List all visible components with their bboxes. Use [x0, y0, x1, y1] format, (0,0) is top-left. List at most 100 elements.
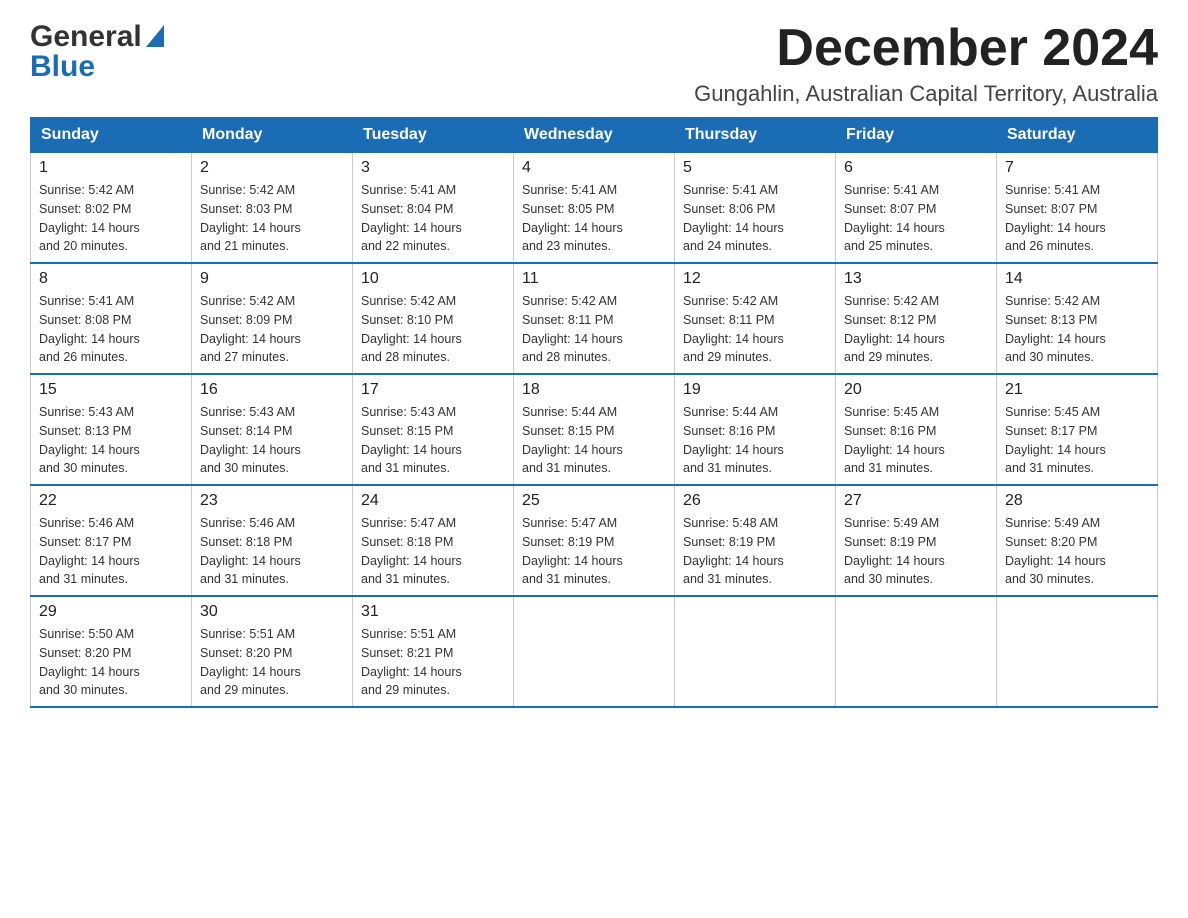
- header-tuesday: Tuesday: [353, 118, 514, 153]
- day-info: Sunrise: 5:42 AM Sunset: 8:13 PM Dayligh…: [1005, 292, 1149, 367]
- calendar-header-row: SundayMondayTuesdayWednesdayThursdayFrid…: [31, 118, 1158, 153]
- calendar-week-row: 22 Sunrise: 5:46 AM Sunset: 8:17 PM Dayl…: [31, 485, 1158, 596]
- day-number: 29: [39, 603, 183, 621]
- calendar-cell: 27 Sunrise: 5:49 AM Sunset: 8:19 PM Dayl…: [836, 485, 997, 596]
- day-number: 5: [683, 159, 827, 177]
- day-number: 24: [361, 492, 505, 510]
- day-info: Sunrise: 5:41 AM Sunset: 8:05 PM Dayligh…: [522, 181, 666, 256]
- day-info: Sunrise: 5:47 AM Sunset: 8:18 PM Dayligh…: [361, 514, 505, 589]
- location-title: Gungahlin, Australian Capital Territory,…: [694, 81, 1158, 107]
- day-number: 13: [844, 270, 988, 288]
- title-area: December 2024 Gungahlin, Australian Capi…: [694, 20, 1158, 107]
- calendar-cell: 25 Sunrise: 5:47 AM Sunset: 8:19 PM Dayl…: [514, 485, 675, 596]
- calendar-cell: [514, 596, 675, 707]
- calendar-cell: 14 Sunrise: 5:42 AM Sunset: 8:13 PM Dayl…: [997, 263, 1158, 374]
- day-number: 17: [361, 381, 505, 399]
- day-number: 10: [361, 270, 505, 288]
- day-number: 8: [39, 270, 183, 288]
- calendar-cell: 31 Sunrise: 5:51 AM Sunset: 8:21 PM Dayl…: [353, 596, 514, 707]
- day-number: 7: [1005, 159, 1149, 177]
- day-number: 22: [39, 492, 183, 510]
- day-number: 28: [1005, 492, 1149, 510]
- day-number: 21: [1005, 381, 1149, 399]
- day-info: Sunrise: 5:50 AM Sunset: 8:20 PM Dayligh…: [39, 625, 183, 700]
- day-info: Sunrise: 5:41 AM Sunset: 8:07 PM Dayligh…: [844, 181, 988, 256]
- calendar-week-row: 8 Sunrise: 5:41 AM Sunset: 8:08 PM Dayli…: [31, 263, 1158, 374]
- calendar-week-row: 1 Sunrise: 5:42 AM Sunset: 8:02 PM Dayli…: [31, 153, 1158, 264]
- day-number: 6: [844, 159, 988, 177]
- calendar-cell: [997, 596, 1158, 707]
- day-info: Sunrise: 5:41 AM Sunset: 8:06 PM Dayligh…: [683, 181, 827, 256]
- day-number: 16: [200, 381, 344, 399]
- day-info: Sunrise: 5:43 AM Sunset: 8:15 PM Dayligh…: [361, 403, 505, 478]
- header-friday: Friday: [836, 118, 997, 153]
- header: General Blue December 2024 Gungahlin, Au…: [30, 20, 1158, 107]
- calendar-cell: 2 Sunrise: 5:42 AM Sunset: 8:03 PM Dayli…: [192, 153, 353, 264]
- calendar-cell: 4 Sunrise: 5:41 AM Sunset: 8:05 PM Dayli…: [514, 153, 675, 264]
- day-info: Sunrise: 5:41 AM Sunset: 8:08 PM Dayligh…: [39, 292, 183, 367]
- day-number: 30: [200, 603, 344, 621]
- logo-blue-text: Blue: [30, 50, 95, 84]
- header-monday: Monday: [192, 118, 353, 153]
- header-saturday: Saturday: [997, 118, 1158, 153]
- calendar-cell: 29 Sunrise: 5:50 AM Sunset: 8:20 PM Dayl…: [31, 596, 192, 707]
- day-number: 18: [522, 381, 666, 399]
- day-number: 11: [522, 270, 666, 288]
- day-info: Sunrise: 5:51 AM Sunset: 8:21 PM Dayligh…: [361, 625, 505, 700]
- logo-general-text: General: [30, 20, 142, 54]
- day-number: 3: [361, 159, 505, 177]
- calendar-cell: 7 Sunrise: 5:41 AM Sunset: 8:07 PM Dayli…: [997, 153, 1158, 264]
- day-info: Sunrise: 5:42 AM Sunset: 8:12 PM Dayligh…: [844, 292, 988, 367]
- day-info: Sunrise: 5:48 AM Sunset: 8:19 PM Dayligh…: [683, 514, 827, 589]
- day-number: 26: [683, 492, 827, 510]
- calendar-cell: 12 Sunrise: 5:42 AM Sunset: 8:11 PM Dayl…: [675, 263, 836, 374]
- day-info: Sunrise: 5:41 AM Sunset: 8:07 PM Dayligh…: [1005, 181, 1149, 256]
- day-info: Sunrise: 5:42 AM Sunset: 8:02 PM Dayligh…: [39, 181, 183, 256]
- day-info: Sunrise: 5:43 AM Sunset: 8:13 PM Dayligh…: [39, 403, 183, 478]
- day-info: Sunrise: 5:49 AM Sunset: 8:20 PM Dayligh…: [1005, 514, 1149, 589]
- day-number: 23: [200, 492, 344, 510]
- calendar-cell: 17 Sunrise: 5:43 AM Sunset: 8:15 PM Dayl…: [353, 374, 514, 485]
- header-wednesday: Wednesday: [514, 118, 675, 153]
- day-number: 14: [1005, 270, 1149, 288]
- day-number: 2: [200, 159, 344, 177]
- day-info: Sunrise: 5:51 AM Sunset: 8:20 PM Dayligh…: [200, 625, 344, 700]
- day-info: Sunrise: 5:49 AM Sunset: 8:19 PM Dayligh…: [844, 514, 988, 589]
- day-info: Sunrise: 5:45 AM Sunset: 8:16 PM Dayligh…: [844, 403, 988, 478]
- day-info: Sunrise: 5:41 AM Sunset: 8:04 PM Dayligh…: [361, 181, 505, 256]
- calendar-cell: 30 Sunrise: 5:51 AM Sunset: 8:20 PM Dayl…: [192, 596, 353, 707]
- header-thursday: Thursday: [675, 118, 836, 153]
- day-info: Sunrise: 5:46 AM Sunset: 8:18 PM Dayligh…: [200, 514, 344, 589]
- calendar-cell: 21 Sunrise: 5:45 AM Sunset: 8:17 PM Dayl…: [997, 374, 1158, 485]
- calendar-cell: 19 Sunrise: 5:44 AM Sunset: 8:16 PM Dayl…: [675, 374, 836, 485]
- day-info: Sunrise: 5:47 AM Sunset: 8:19 PM Dayligh…: [522, 514, 666, 589]
- calendar-cell: 8 Sunrise: 5:41 AM Sunset: 8:08 PM Dayli…: [31, 263, 192, 374]
- day-info: Sunrise: 5:42 AM Sunset: 8:10 PM Dayligh…: [361, 292, 505, 367]
- month-title: December 2024: [694, 20, 1158, 77]
- calendar-week-row: 29 Sunrise: 5:50 AM Sunset: 8:20 PM Dayl…: [31, 596, 1158, 707]
- day-info: Sunrise: 5:43 AM Sunset: 8:14 PM Dayligh…: [200, 403, 344, 478]
- day-info: Sunrise: 5:42 AM Sunset: 8:03 PM Dayligh…: [200, 181, 344, 256]
- day-number: 20: [844, 381, 988, 399]
- calendar-cell: 24 Sunrise: 5:47 AM Sunset: 8:18 PM Dayl…: [353, 485, 514, 596]
- day-number: 19: [683, 381, 827, 399]
- calendar-cell: 10 Sunrise: 5:42 AM Sunset: 8:10 PM Dayl…: [353, 263, 514, 374]
- calendar-week-row: 15 Sunrise: 5:43 AM Sunset: 8:13 PM Dayl…: [31, 374, 1158, 485]
- calendar-cell: 20 Sunrise: 5:45 AM Sunset: 8:16 PM Dayl…: [836, 374, 997, 485]
- day-info: Sunrise: 5:46 AM Sunset: 8:17 PM Dayligh…: [39, 514, 183, 589]
- calendar-cell: 16 Sunrise: 5:43 AM Sunset: 8:14 PM Dayl…: [192, 374, 353, 485]
- calendar-cell: 3 Sunrise: 5:41 AM Sunset: 8:04 PM Dayli…: [353, 153, 514, 264]
- calendar-cell: 15 Sunrise: 5:43 AM Sunset: 8:13 PM Dayl…: [31, 374, 192, 485]
- logo: General Blue: [30, 20, 164, 84]
- day-info: Sunrise: 5:44 AM Sunset: 8:15 PM Dayligh…: [522, 403, 666, 478]
- day-info: Sunrise: 5:42 AM Sunset: 8:11 PM Dayligh…: [683, 292, 827, 367]
- calendar-cell: 22 Sunrise: 5:46 AM Sunset: 8:17 PM Dayl…: [31, 485, 192, 596]
- day-number: 9: [200, 270, 344, 288]
- calendar-cell: 11 Sunrise: 5:42 AM Sunset: 8:11 PM Dayl…: [514, 263, 675, 374]
- day-info: Sunrise: 5:44 AM Sunset: 8:16 PM Dayligh…: [683, 403, 827, 478]
- calendar-cell: 23 Sunrise: 5:46 AM Sunset: 8:18 PM Dayl…: [192, 485, 353, 596]
- header-sunday: Sunday: [31, 118, 192, 153]
- calendar-cell: 6 Sunrise: 5:41 AM Sunset: 8:07 PM Dayli…: [836, 153, 997, 264]
- calendar-cell: 13 Sunrise: 5:42 AM Sunset: 8:12 PM Dayl…: [836, 263, 997, 374]
- calendar-cell: 18 Sunrise: 5:44 AM Sunset: 8:15 PM Dayl…: [514, 374, 675, 485]
